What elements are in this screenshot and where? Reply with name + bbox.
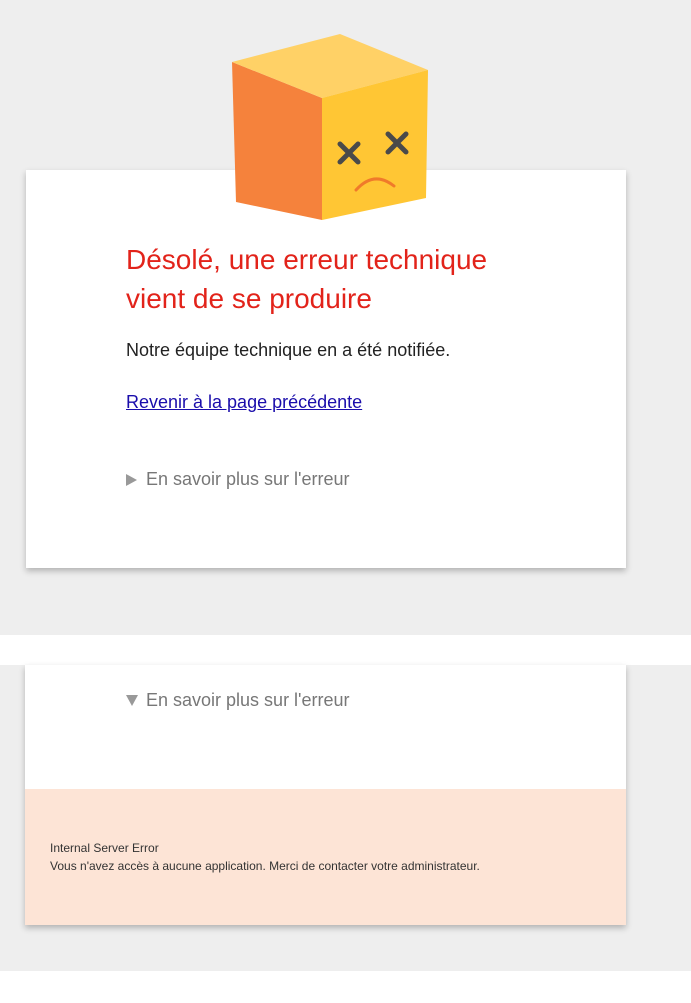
back-link[interactable]: Revenir à la page précédente	[126, 392, 362, 413]
details-toggle-expanded[interactable]: En savoir plus sur l'erreur	[126, 690, 350, 711]
error-details-message: Vous n'avez accès à aucune application. …	[50, 859, 480, 873]
error-details-box: Internal Server Error Vous n'avez accès …	[25, 789, 626, 925]
triangle-right-icon	[126, 473, 137, 486]
error-subtitle: Notre équipe technique en a été notifiée…	[126, 340, 451, 360]
error-card	[26, 170, 626, 568]
error-title: Désolé, une erreur technique vient de se…	[126, 240, 546, 318]
details-toggle-collapsed[interactable]: En savoir plus sur l'erreur	[126, 469, 350, 490]
error-details-title: Internal Server Error	[50, 841, 159, 855]
sad-cube-icon	[232, 34, 428, 220]
error-title-line-2: vient de se produire	[126, 283, 372, 314]
error-title-line-1: Désolé, une erreur technique	[126, 244, 488, 275]
details-toggle-label: En savoir plus sur l'erreur	[146, 469, 350, 489]
details-toggle-label: En savoir plus sur l'erreur	[146, 690, 350, 710]
triangle-down-icon	[126, 695, 138, 706]
